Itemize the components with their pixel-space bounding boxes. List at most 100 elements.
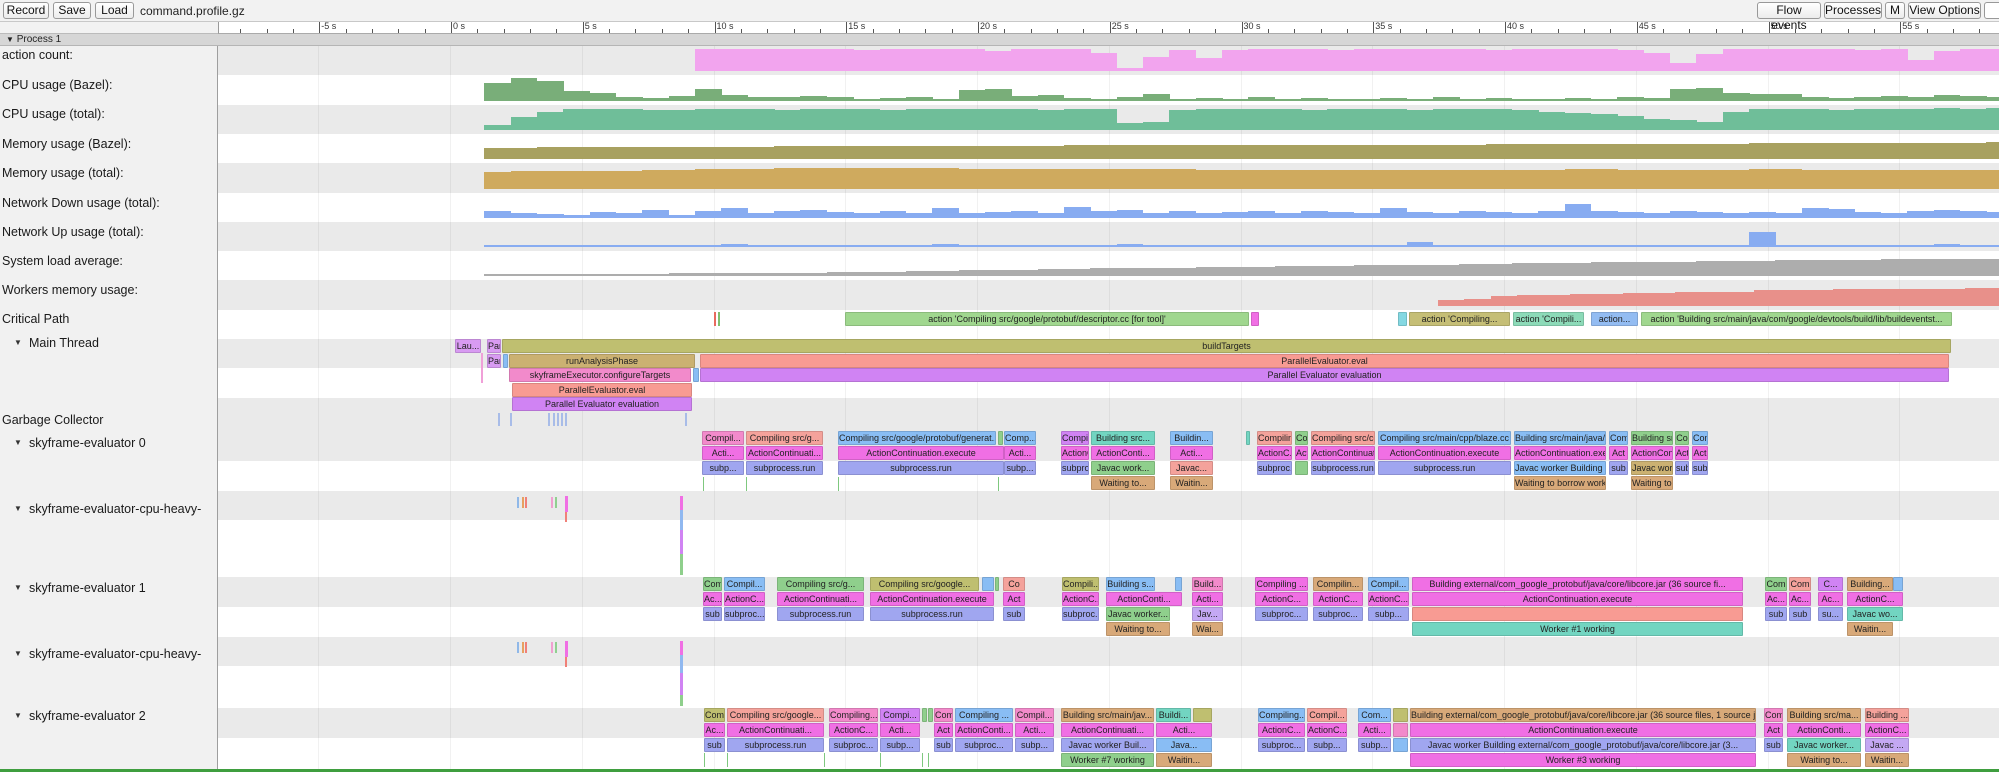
trace-event[interactable]: subproc...: [1062, 607, 1099, 621]
trace-event[interactable]: ActionContinuati...: [1311, 446, 1375, 460]
trace-event[interactable]: [982, 577, 994, 591]
trace-event[interactable]: ActionContinuation.execute: [1412, 592, 1743, 606]
event-tick[interactable]: [498, 413, 500, 426]
trace-event[interactable]: action 'Compiling...: [1409, 312, 1510, 326]
trace-event[interactable]: Compiling ...: [955, 708, 1013, 722]
trace-event[interactable]: Building external/com_google_protobuf/ja…: [1410, 708, 1756, 722]
trace-event[interactable]: ActionConti...: [1787, 723, 1861, 737]
trace-event[interactable]: sub: [1765, 607, 1787, 621]
collapse-arrow-icon[interactable]: ▼: [14, 711, 22, 720]
trace-event[interactable]: Building src...: [1091, 431, 1155, 445]
sidebar-row[interactable]: ▼skyframe-evaluator-cpu-heavy-: [0, 647, 218, 662]
trace-event[interactable]: [1893, 577, 1903, 591]
trace-event[interactable]: runAnalysisPhase: [509, 354, 695, 368]
trace-event[interactable]: [693, 368, 699, 382]
trace-event[interactable]: [1412, 607, 1743, 621]
trace-event[interactable]: subprocess.run: [870, 607, 994, 621]
trace-event[interactable]: Worker #7 working: [1061, 753, 1154, 767]
trace-event[interactable]: Compilin...: [1257, 431, 1292, 445]
trace-event[interactable]: Compiling src/main/cpp/blaze.cc: [1378, 431, 1511, 445]
trace-event[interactable]: Act: [934, 723, 953, 737]
trace-event[interactable]: [1193, 708, 1212, 722]
trace-event[interactable]: Com: [703, 577, 722, 591]
trace-event[interactable]: sub: [1003, 607, 1025, 621]
event-tick[interactable]: [928, 753, 929, 767]
trace-event[interactable]: Compiling src/core/...: [1311, 431, 1375, 445]
trace-event[interactable]: subp...: [880, 738, 920, 752]
trace-event[interactable]: Acti...: [1192, 592, 1223, 606]
trace-event[interactable]: Compil...: [1368, 577, 1409, 591]
event-tick[interactable]: [714, 312, 716, 326]
trace-event[interactable]: sub: [1789, 607, 1811, 621]
trace-event[interactable]: buildTargets: [502, 339, 1951, 353]
trace-event[interactable]: sub: [1675, 461, 1689, 475]
event-tick[interactable]: [522, 497, 524, 508]
trace-event[interactable]: ActionC...: [1307, 723, 1347, 737]
trace-event[interactable]: ActionContinuation.execute: [870, 592, 994, 606]
trace-event[interactable]: subproc...: [724, 607, 765, 621]
trace-event[interactable]: ActionC...: [1313, 592, 1363, 606]
trace-event[interactable]: Building src/ma...: [1787, 708, 1861, 722]
event-tick[interactable]: [685, 413, 687, 426]
trace-event[interactable]: Acti...: [1015, 723, 1054, 737]
trace-event[interactable]: ActionC...: [1061, 446, 1089, 460]
trace-event[interactable]: Ac...: [704, 723, 725, 737]
collapse-arrow-icon[interactable]: ▼: [14, 583, 22, 592]
trace-event[interactable]: Javac worker Building external/com_googl…: [1410, 738, 1756, 752]
trace-event[interactable]: Compiling src/google...: [870, 577, 979, 591]
trace-event[interactable]: ActionContinuation.execute: [1514, 446, 1606, 460]
trace-event[interactable]: Ac...: [1765, 592, 1787, 606]
trace-event[interactable]: Javac ...: [1865, 738, 1909, 752]
trace-event[interactable]: Javac worker Building s...: [1514, 461, 1606, 475]
load-button[interactable]: Load: [95, 2, 134, 19]
trace-event[interactable]: Javac worker...: [1106, 607, 1170, 621]
trace-event[interactable]: Javac worker Buil...: [1061, 738, 1154, 752]
trace-event[interactable]: Compiling src/google...: [727, 708, 824, 722]
trace-event[interactable]: Worker #1 working: [1412, 622, 1743, 636]
event-tick[interactable]: [551, 642, 553, 653]
trace-event[interactable]: Ac...: [703, 592, 722, 606]
trace-event[interactable]: Jav...: [1192, 607, 1223, 621]
event-tick[interactable]: [525, 642, 527, 653]
trace-event[interactable]: Waitin...: [1156, 753, 1212, 767]
trace-event[interactable]: subproc...: [1061, 461, 1089, 475]
trace-event[interactable]: ActionConti...: [1106, 592, 1182, 606]
sidebar-row[interactable]: ▼Main Thread: [0, 336, 218, 351]
trace-event[interactable]: subproc...: [1257, 461, 1292, 475]
trace-event[interactable]: Com: [934, 708, 953, 722]
event-tick[interactable]: [746, 477, 747, 491]
processes-button[interactable]: Processes: [1824, 2, 1882, 19]
trace-event[interactable]: ActionC...: [1062, 592, 1099, 606]
trace-event[interactable]: ActionC...: [1865, 723, 1909, 737]
trace-event[interactable]: subprocess.run: [838, 461, 1004, 475]
record-button[interactable]: Record: [3, 2, 49, 19]
trace-event[interactable]: subproc...: [955, 738, 1013, 752]
trace-event[interactable]: ActionContinuation.execute: [838, 446, 1004, 460]
trace-event[interactable]: Build...: [1192, 577, 1223, 591]
event-tick[interactable]: [680, 530, 683, 554]
trace-event[interactable]: Waitin...: [1847, 622, 1893, 636]
trace-event[interactable]: Waiting to...: [1787, 753, 1861, 767]
trace-event[interactable]: Waiting to borrow worker: [1514, 476, 1606, 490]
event-tick[interactable]: [561, 413, 563, 426]
trace-event[interactable]: Co: [1675, 431, 1689, 445]
trace-event[interactable]: Compil...: [1015, 708, 1054, 722]
trace-event[interactable]: Com...: [1358, 708, 1391, 722]
trace-event[interactable]: ActionContinuati...: [1061, 723, 1154, 737]
trace-event[interactable]: Compili...: [1062, 577, 1099, 591]
trace-event[interactable]: Com: [1764, 708, 1783, 722]
trace-event[interactable]: sub: [1692, 461, 1708, 475]
trace-event[interactable]: Java...: [1156, 738, 1212, 752]
trace-event[interactable]: subprocess.run: [1311, 461, 1375, 475]
trace-event[interactable]: Compiling src/google/protobuf/generat...: [838, 431, 996, 445]
trace-event[interactable]: C...: [1818, 577, 1843, 591]
trace-event[interactable]: Co: [1003, 577, 1025, 591]
trace-event[interactable]: Building src/main/java/com/go...: [1514, 431, 1606, 445]
trace-event[interactable]: [928, 708, 933, 722]
trace-event[interactable]: Wai...: [1192, 622, 1223, 636]
trace-event[interactable]: skyframeExecutor.configureTargets: [509, 368, 691, 382]
event-tick[interactable]: [680, 655, 683, 673]
trace-event[interactable]: action...: [1591, 312, 1638, 326]
trace-event[interactable]: Co: [1295, 431, 1308, 445]
metadata-button[interactable]: M: [1885, 2, 1905, 19]
